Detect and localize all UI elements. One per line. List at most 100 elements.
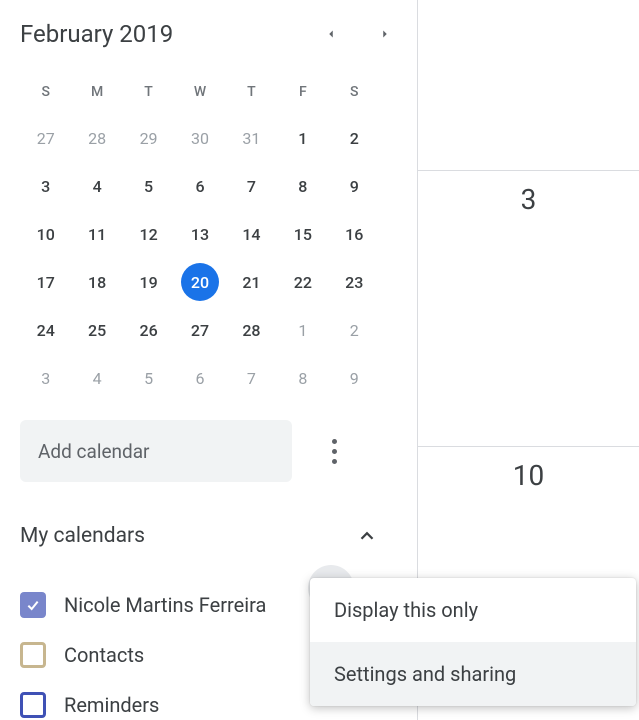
mini-calendar-day[interactable]: 29 [123, 114, 174, 162]
next-month-button[interactable] [373, 22, 397, 46]
main-day-number: 10 [418, 459, 639, 492]
mini-calendar-title: February 2019 [20, 20, 173, 48]
calendar-checkbox[interactable] [20, 642, 46, 668]
day-number: 6 [181, 167, 219, 205]
day-number: 8 [284, 359, 322, 397]
calendar-name: Nicole Martins Ferreira [64, 593, 266, 617]
day-number: 2 [335, 311, 373, 349]
day-number: 31 [232, 119, 270, 157]
day-number: 20 [181, 263, 219, 301]
main-day-number: 3 [418, 183, 639, 216]
day-number: 9 [335, 167, 373, 205]
mini-calendar-day[interactable]: 5 [123, 354, 174, 402]
mini-calendar-day[interactable]: 6 [174, 354, 225, 402]
day-number: 23 [335, 263, 373, 301]
mini-calendar-day[interactable]: 10 [20, 210, 71, 258]
mini-calendar-day[interactable]: 8 [277, 162, 328, 210]
mini-calendar-day[interactable]: 27 [20, 114, 71, 162]
mini-calendar-day[interactable]: 1 [277, 306, 328, 354]
day-number: 24 [27, 311, 65, 349]
day-number: 26 [130, 311, 168, 349]
day-number: 18 [78, 263, 116, 301]
calendar-settings-button[interactable] [314, 431, 354, 471]
prev-month-button[interactable] [319, 22, 343, 46]
main-day-row[interactable]: 3 [418, 170, 639, 216]
mini-calendar-grid: SMTWTFS272829303112345678910111213141516… [20, 70, 380, 402]
day-number: 5 [130, 359, 168, 397]
mini-calendar-day[interactable]: 13 [174, 210, 225, 258]
day-number: 1 [284, 311, 322, 349]
day-number: 7 [232, 359, 270, 397]
calendar-checkbox[interactable] [20, 692, 46, 718]
check-icon [25, 597, 41, 613]
mini-calendar-day[interactable]: 2 [329, 306, 380, 354]
mini-calendar-day[interactable]: 21 [226, 258, 277, 306]
mini-calendar-day[interactable]: 9 [329, 354, 380, 402]
day-number: 8 [284, 167, 322, 205]
mini-calendar-day[interactable]: 28 [226, 306, 277, 354]
mini-calendar-day[interactable]: 3 [20, 162, 71, 210]
mini-calendar-day[interactable]: 9 [329, 162, 380, 210]
calendar-options-popup: Display this onlySettings and sharing [310, 578, 636, 706]
mini-calendar-day[interactable]: 26 [123, 306, 174, 354]
add-calendar-placeholder: Add calendar [38, 440, 150, 463]
popup-menu-item[interactable]: Settings and sharing [310, 642, 636, 706]
day-number: 7 [232, 167, 270, 205]
chevron-left-icon [324, 27, 338, 41]
mini-calendar-day[interactable]: 27 [174, 306, 225, 354]
more-vert-icon [332, 439, 337, 464]
day-number: 14 [232, 215, 270, 253]
main-day-row[interactable]: 10 [418, 446, 639, 492]
mini-calendar-day[interactable]: 23 [329, 258, 380, 306]
mini-calendar-day[interactable]: 2 [329, 114, 380, 162]
dow-label: W [174, 70, 225, 114]
mini-calendar-day[interactable]: 20 [174, 258, 225, 306]
mini-calendar-day[interactable]: 30 [174, 114, 225, 162]
mini-calendar-day[interactable]: 7 [226, 354, 277, 402]
mini-calendar-day[interactable]: 28 [71, 114, 122, 162]
mini-calendar-day[interactable]: 3 [20, 354, 71, 402]
dow-label: F [277, 70, 328, 114]
mini-calendar-day[interactable]: 1 [277, 114, 328, 162]
mini-calendar-day[interactable]: 4 [71, 354, 122, 402]
mini-calendar-day[interactable]: 22 [277, 258, 328, 306]
dow-label: S [329, 70, 380, 114]
day-number: 19 [130, 263, 168, 301]
day-number: 4 [78, 359, 116, 397]
day-number: 21 [232, 263, 270, 301]
mini-calendar-day[interactable]: 31 [226, 114, 277, 162]
mini-calendar-day[interactable]: 19 [123, 258, 174, 306]
mini-calendar-day[interactable]: 18 [71, 258, 122, 306]
calendar-name: Reminders [64, 693, 159, 717]
mini-calendar-day[interactable]: 15 [277, 210, 328, 258]
mini-calendar-day[interactable]: 5 [123, 162, 174, 210]
day-number: 16 [335, 215, 373, 253]
my-calendars-header[interactable]: My calendars [20, 518, 403, 554]
mini-calendar-day[interactable]: 16 [329, 210, 380, 258]
day-number: 12 [130, 215, 168, 253]
popup-menu-item[interactable]: Display this only [310, 578, 636, 642]
dow-label: S [20, 70, 71, 114]
mini-calendar-day[interactable]: 25 [71, 306, 122, 354]
add-calendar-input[interactable]: Add calendar [20, 420, 292, 482]
mini-calendar-day[interactable]: 4 [71, 162, 122, 210]
day-number: 25 [78, 311, 116, 349]
day-number: 13 [181, 215, 219, 253]
add-calendar-row: Add calendar [20, 420, 403, 482]
collapse-button[interactable] [349, 518, 385, 554]
mini-calendar-day[interactable]: 6 [174, 162, 225, 210]
mini-calendar-day[interactable]: 7 [226, 162, 277, 210]
day-number: 9 [335, 359, 373, 397]
mini-calendar-day[interactable]: 14 [226, 210, 277, 258]
day-number: 1 [284, 119, 322, 157]
day-number: 28 [78, 119, 116, 157]
mini-calendar-day[interactable]: 17 [20, 258, 71, 306]
mini-calendar-day[interactable]: 12 [123, 210, 174, 258]
dow-label: T [226, 70, 277, 114]
calendar-checkbox[interactable] [20, 592, 46, 618]
mini-calendar-day[interactable]: 8 [277, 354, 328, 402]
mini-calendar-day[interactable]: 11 [71, 210, 122, 258]
mini-calendar-day[interactable]: 24 [20, 306, 71, 354]
day-number: 11 [78, 215, 116, 253]
day-number: 10 [27, 215, 65, 253]
